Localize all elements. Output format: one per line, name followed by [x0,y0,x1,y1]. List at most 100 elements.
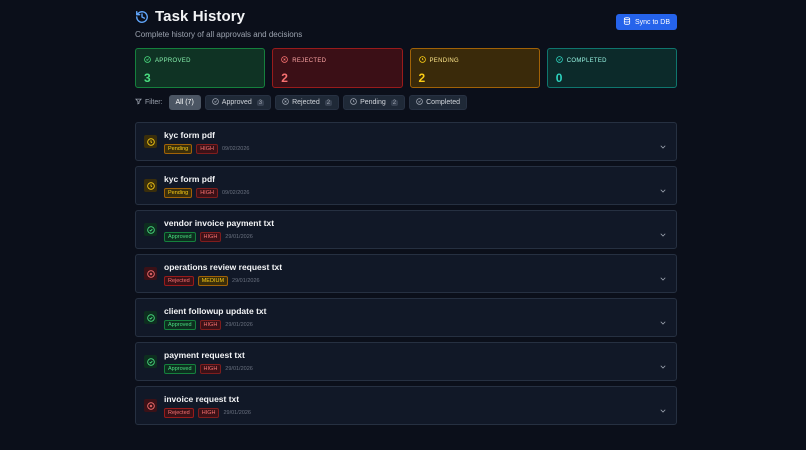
page-subtitle: Complete history of all approvals and de… [135,30,303,39]
check-circle-icon [416,98,423,107]
task-title: kyc form pdf [164,173,216,184]
priority-badge: HIGH [197,407,220,418]
task-date: 09/02/2026 [221,145,250,152]
task-meta: Approved HIGH 29/01/2026 [164,231,274,242]
stat-rejected: REJECTED 2 [272,48,403,88]
task-body: payment request txt Approved HIGH 29/01/202… [164,350,253,374]
task-body: kyc form pdf Pending HIGH 09/02/2026 [164,130,249,154]
task-title: operations review request txt [164,261,283,272]
stat-completed: COMPLETED 0 [546,48,677,88]
task-date: 09/02/2026 [221,189,250,196]
status-badge: Approved [164,363,196,374]
task-title: vendor invoice payment txt [164,217,275,228]
page-title: Task History [155,8,246,25]
priority-badge: HIGH [199,319,222,330]
check-circle-icon [144,355,157,368]
check-circle-icon [555,56,563,65]
clock-icon [144,135,157,148]
task-date: 29/01/2026 [225,365,253,372]
stat-value: 3 [144,71,151,85]
priority-badge: HIGH [199,363,222,374]
task-history-page: Task History Complete history of all app… [135,8,677,425]
task-item[interactable]: client followup update txt Approved HIGH 29… [135,298,677,337]
check-circle-icon [144,223,157,236]
task-item[interactable]: vendor invoice payment txt Approved HIGH 29… [135,210,677,249]
filter-icon [135,98,142,107]
priority-badge: MEDIUM [197,275,229,286]
clock-icon [144,179,157,192]
task-title: client followup update txt [164,305,267,316]
filter-count: 2 [390,99,399,106]
filter-pending[interactable]: Pending 2 [343,95,406,110]
task-item[interactable]: kyc form pdf Pending HIGH 09/02/2026 [135,166,677,205]
task-body: kyc form pdf Pending HIGH 09/02/2026 [164,174,249,198]
clock-icon [350,98,357,107]
title-row: Task History [135,8,677,25]
x-circle-icon [282,98,289,107]
task-meta: Pending HIGH 09/02/2026 [164,143,250,154]
chevron-down-icon[interactable] [659,226,667,237]
task-body: invoice request txt Rejected HIGH 29/01/202… [164,394,251,418]
task-meta: Pending HIGH 09/02/2026 [164,187,250,198]
filter-rejected[interactable]: Rejected 2 [275,95,340,110]
task-title: payment request txt [164,349,245,360]
priority-badge: HIGH [199,231,222,242]
stat-value: 2 [281,71,288,85]
chevron-down-icon[interactable] [659,182,667,193]
task-item[interactable]: invoice request txt Rejected HIGH 29/01/202… [135,386,677,425]
filter-count: 2 [324,99,333,106]
stat-label: COMPLETED [566,57,607,64]
check-circle-icon [211,98,219,107]
x-circle-icon [144,267,157,280]
check-circle-icon [144,311,157,324]
task-meta: Rejected HIGH 29/01/2026 [164,407,251,418]
filter-count: 3 [256,99,265,106]
task-date: 29/01/2026 [225,321,253,328]
check-circle-icon [144,56,151,65]
status-badge: Rejected [164,407,194,418]
status-badge: Approved [164,319,196,330]
task-title: invoice request txt [164,393,240,404]
filter-bar: Filter: All (7) Approved 3 Rejected 2 Pe… [135,95,677,110]
history-icon [135,10,149,24]
sync-label: Sync to DB [634,18,670,26]
stat-label: PENDING [429,57,459,64]
chevron-down-icon[interactable] [659,138,667,149]
filter-completed[interactable]: Completed [409,95,467,110]
task-date: 29/01/2026 [223,409,251,416]
page-header: Task History Complete history of all app… [135,8,677,48]
stat-approved: APPROVED 3 [135,48,266,88]
chevron-down-icon[interactable] [659,402,667,413]
chevron-down-icon[interactable] [659,358,667,369]
filter-label: Filter: [135,98,163,107]
task-item[interactable]: kyc form pdf Pending HIGH 09/02/2026 [135,122,677,161]
stats-row: APPROVED 3 REJECTED 2 PENDING 2 COMPLETE… [135,48,677,88]
task-meta: Rejected MEDIUM 29/01/2026 [164,275,282,286]
stat-value: 0 [555,71,563,85]
task-title: kyc form pdf [164,129,216,140]
database-icon [623,17,631,27]
filter-all[interactable]: All (7) [168,95,201,110]
stat-pending: PENDING 2 [409,48,540,88]
task-body: client followup update txt Approved HIGH 29… [164,306,266,330]
task-item[interactable]: operations review request txt Rejected MED… [135,254,677,293]
status-badge: Pending [164,143,193,154]
status-badge: Rejected [164,275,194,286]
task-meta: Approved HIGH 29/01/2026 [164,319,266,330]
sync-to-db-button[interactable]: Sync to DB [615,14,677,30]
filter-approved[interactable]: Approved 3 [204,95,272,110]
x-circle-icon [144,399,157,412]
task-item[interactable]: payment request txt Approved HIGH 29/01/202… [135,342,677,381]
task-body: vendor invoice payment txt Approved HIGH 29… [164,218,274,242]
stat-label: APPROVED [155,57,191,64]
chevron-down-icon[interactable] [659,314,667,325]
task-date: 29/01/2026 [225,233,253,240]
x-circle-icon [281,56,289,65]
priority-badge: HIGH [196,187,218,198]
clock-icon [418,56,426,65]
task-meta: Approved HIGH 29/01/2026 [164,363,253,374]
stat-label: REJECTED [292,57,327,64]
stat-value: 2 [418,71,426,85]
task-list: kyc form pdf Pending HIGH 09/02/2026 kyc for… [135,122,677,425]
chevron-down-icon[interactable] [659,270,667,281]
